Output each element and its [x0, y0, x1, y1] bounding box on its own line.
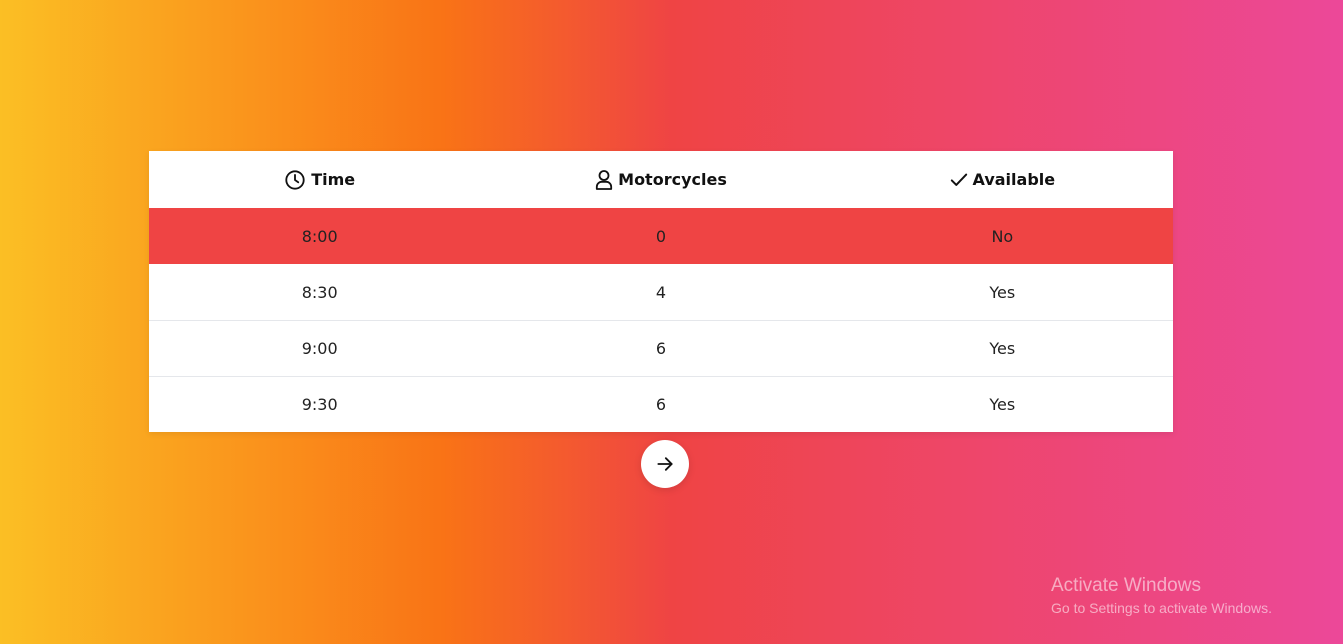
header-motorcycles: Motorcycles	[490, 169, 831, 191]
cell-available: Yes	[989, 339, 1016, 358]
header-time-label: Time	[311, 170, 356, 189]
cell-available: No	[991, 226, 1014, 246]
user-icon	[595, 169, 613, 191]
cell-motorcycles: 6	[655, 395, 667, 414]
cell-motorcycles: 6	[655, 339, 667, 358]
watermark-title: Activate Windows	[1051, 575, 1201, 596]
next-button[interactable]	[641, 440, 689, 488]
table-row: 9:00 6 Yes	[149, 320, 1173, 376]
check-icon	[950, 172, 968, 188]
header-available-label: Available	[972, 170, 1056, 189]
cell-motorcycles: 4	[655, 282, 667, 302]
table-header-row: Time Motorcycles Available	[149, 151, 1173, 208]
cell-time: 8:30	[301, 282, 338, 302]
header-motorcycles-label: Motorcycles	[618, 170, 727, 189]
activate-windows-watermark: Activate Windows Go to Settings to activ…	[1051, 575, 1272, 618]
cell-time: 9:00	[301, 339, 338, 358]
table-row: 8:30 4 Yes	[149, 264, 1173, 320]
clock-icon	[284, 169, 306, 191]
header-available: Available	[832, 170, 1173, 189]
watermark-subtitle: Go to Settings to activate Windows.	[1051, 600, 1272, 616]
arrow-right-icon	[655, 454, 675, 474]
header-time: Time	[149, 169, 490, 191]
table-row: 8:00 0 No	[149, 208, 1173, 264]
cell-time: 8:00	[301, 226, 338, 246]
cell-time: 9:30	[301, 395, 338, 414]
cell-available: Yes	[989, 395, 1016, 414]
table-row: 9:30 6 Yes	[149, 376, 1173, 432]
cell-available: Yes	[989, 282, 1016, 302]
cell-motorcycles: 0	[655, 226, 667, 246]
schedule-table: Time Motorcycles Available 8:00 0 No 8:3…	[149, 151, 1173, 432]
